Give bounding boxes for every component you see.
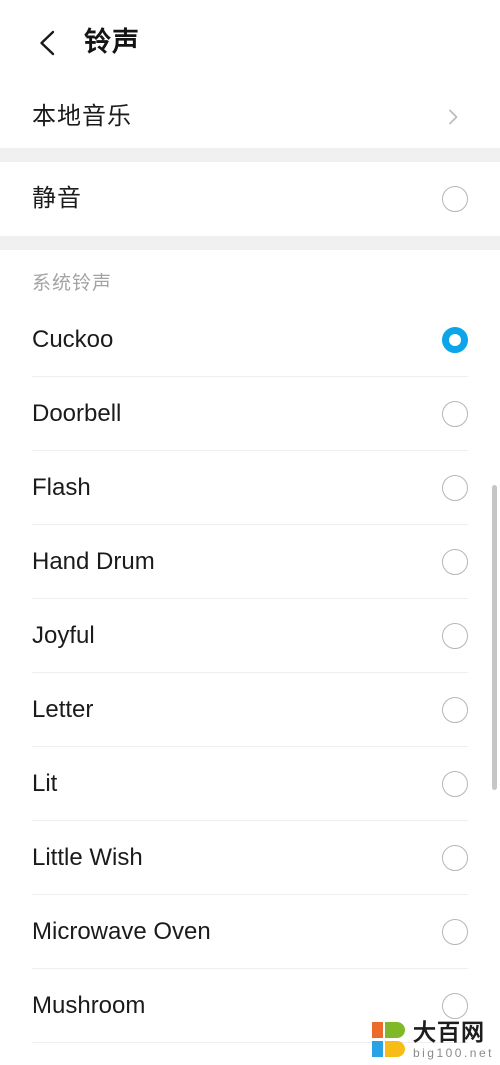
radio-ringtone[interactable] xyxy=(442,919,468,945)
page-title: 铃声 xyxy=(84,27,140,57)
radio-ringtone[interactable] xyxy=(442,401,468,427)
radio-ringtone[interactable] xyxy=(442,623,468,649)
ringtone-row[interactable]: Little Wish xyxy=(0,821,500,895)
ringtone-row[interactable]: Cuckoo xyxy=(0,303,500,377)
ringtone-label: Lit xyxy=(32,770,58,797)
ringtone-list: Cuckoo Doorbell Flash Hand Drum Joyful Letter… xyxy=(0,303,500,1065)
radio-ringtone[interactable] xyxy=(442,327,468,353)
ringtone-row[interactable]: Joyful xyxy=(0,599,500,673)
ringtone-label: Doorbell xyxy=(32,400,122,427)
ringtone-label: Letter xyxy=(32,696,94,723)
ringtone-label: Little Wish xyxy=(32,844,143,871)
ringtone-label: Hand Drum xyxy=(32,548,155,575)
silent-label: 静音 xyxy=(32,185,82,212)
back-button[interactable] xyxy=(32,26,66,60)
radio-ringtone[interactable] xyxy=(442,771,468,797)
section-divider-band-2 xyxy=(0,236,500,250)
ringtone-row[interactable]: New World xyxy=(0,1043,500,1065)
radio-ringtone[interactable] xyxy=(442,475,468,501)
ringtone-row[interactable]: Flash xyxy=(0,451,500,525)
ringtone-row[interactable]: Lit xyxy=(0,747,500,821)
radio-ringtone[interactable] xyxy=(442,845,468,871)
radio-ringtone[interactable] xyxy=(442,697,468,723)
ringtone-label: Microwave Oven xyxy=(32,918,211,945)
ringtone-row[interactable]: Hand Drum xyxy=(0,525,500,599)
ringtone-row[interactable]: Mushroom xyxy=(0,969,500,1043)
ringtone-label: Joyful xyxy=(32,622,95,649)
local-music-row[interactable]: 本地音乐 xyxy=(0,85,500,148)
section-divider-band-1 xyxy=(0,148,500,162)
section-header-label: 系统铃声 xyxy=(32,273,113,294)
chevron-right-icon xyxy=(442,106,464,128)
arrow-left-icon xyxy=(33,27,65,59)
scrollbar-thumb[interactable] xyxy=(492,485,497,790)
app-bar: 铃声 xyxy=(0,0,500,85)
ringtone-row[interactable]: Microwave Oven xyxy=(0,895,500,969)
local-music-label: 本地音乐 xyxy=(32,102,132,130)
ringtone-row[interactable]: Letter xyxy=(0,673,500,747)
radio-silent[interactable] xyxy=(442,186,468,212)
ringtone-label: Cuckoo xyxy=(32,326,114,353)
ringtone-label: Mushroom xyxy=(32,992,146,1019)
radio-ringtone[interactable] xyxy=(442,549,468,575)
ringtone-row[interactable]: Doorbell xyxy=(0,377,500,451)
ringtone-row-silent[interactable]: 静音 xyxy=(0,162,500,236)
ringtone-label: Flash xyxy=(32,474,91,501)
ringtone-settings-screen: 铃声 本地音乐 静音 系统铃声 Cuckoo Doorbell Flash Hand … xyxy=(0,0,500,1065)
radio-ringtone[interactable] xyxy=(442,993,468,1019)
section-header-system-ringtones: 系统铃声 xyxy=(0,250,500,303)
